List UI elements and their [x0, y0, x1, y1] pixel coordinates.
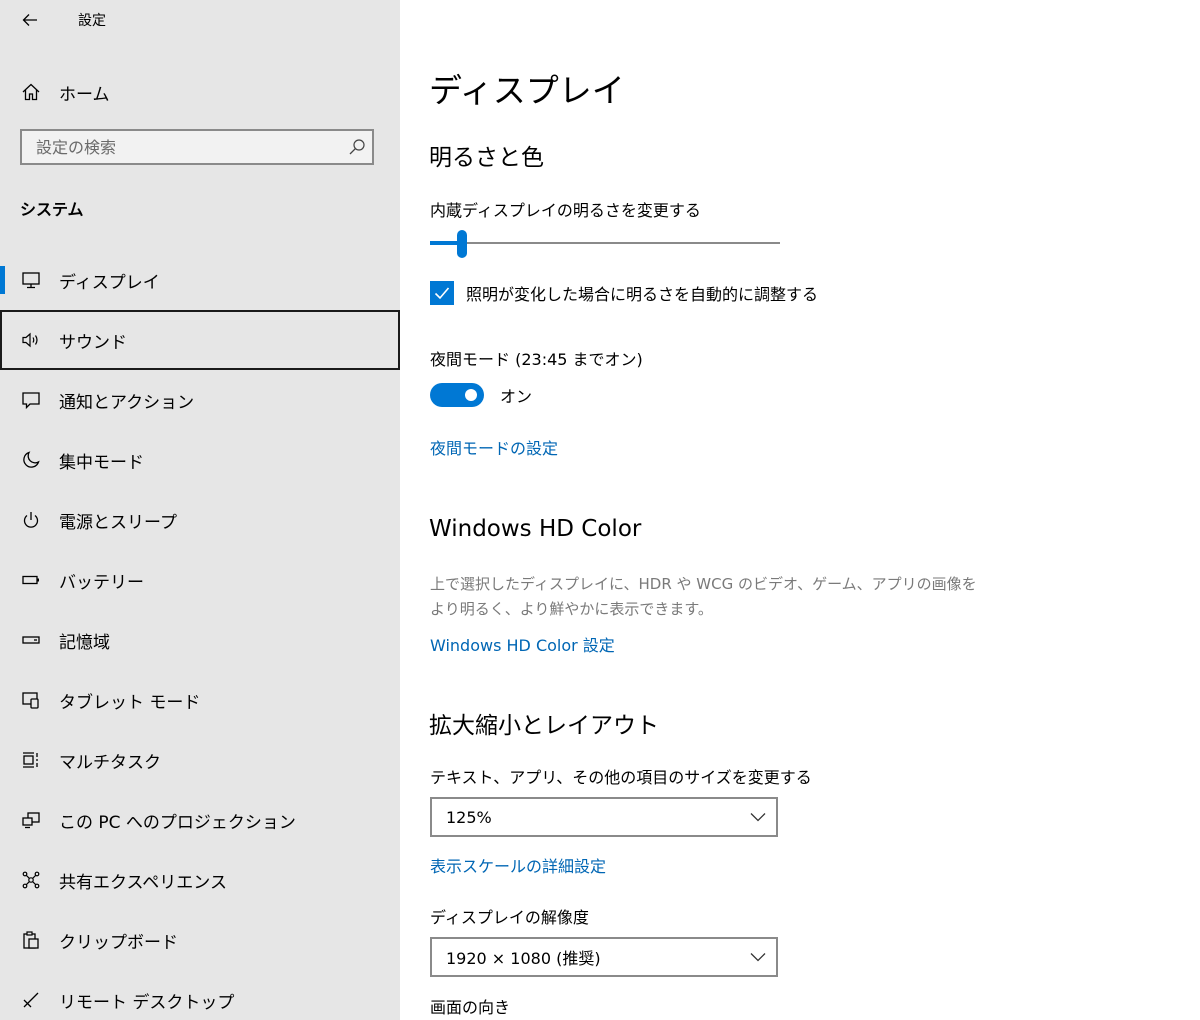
hd-color-description-line: より明るく、より鮮やかに表示できます。: [430, 600, 713, 618]
storage-icon: [19, 628, 43, 652]
scale-dropdown[interactable]: 125%: [430, 797, 778, 837]
shared-experience-icon: [19, 868, 43, 892]
multitask-icon: [19, 748, 43, 772]
sidebar-item-remote-desktop[interactable]: リモート デスクトップ: [0, 970, 400, 1020]
sidebar-item-label: クリップボード: [59, 932, 178, 953]
checkmark-icon: [434, 287, 450, 300]
chevron-down-icon: [740, 812, 776, 822]
sidebar-item-label: ディスプレイ: [59, 272, 160, 293]
clipboard-icon: [19, 928, 43, 952]
hd-color-description: 上で選択したディスプレイに、HDR や WCG のビデオ、ゲーム、アプリの画像を…: [430, 572, 1030, 622]
sidebar-item-label: 集中モード: [59, 452, 144, 473]
brightness-slider[interactable]: [430, 230, 780, 260]
app-title: 設定: [78, 13, 106, 29]
system-nav-list: ディスプレイ サウンド 通知とアクション 集中モード 電源とスリープ バッテリー…: [0, 250, 400, 1020]
resolution-label: ディスプレイの解像度: [430, 908, 589, 927]
auto-brightness-checkbox[interactable]: [430, 281, 454, 305]
settings-window: 設定 ホーム システム: [0, 0, 1200, 1020]
night-light-label: 夜間モード (23:45 までオン): [430, 350, 643, 369]
home-nav-item[interactable]: ホーム: [0, 70, 400, 114]
sidebar-item-shared-experiences[interactable]: 共有エクスペリエンス: [0, 850, 400, 910]
remote-desktop-icon: [19, 988, 43, 1012]
sidebar-item-display[interactable]: ディスプレイ: [0, 250, 400, 310]
hd-color-description-line: 上で選択したディスプレイに、HDR や WCG のビデオ、ゲーム、アプリの画像を: [430, 575, 977, 593]
sidebar-item-label: タブレット モード: [59, 692, 201, 713]
hd-color-settings-link[interactable]: Windows HD Color 設定: [430, 632, 615, 656]
sidebar-item-projection[interactable]: この PC へのプロジェクション: [0, 790, 400, 850]
sidebar-item-label: バッテリー: [59, 572, 144, 593]
sidebar-item-multitasking[interactable]: マルチタスク: [0, 730, 400, 790]
sidebar-item-clipboard[interactable]: クリップボード: [0, 910, 400, 970]
monitor-icon: [19, 268, 43, 292]
slider-thumb[interactable]: [457, 230, 467, 258]
back-arrow-icon: [22, 14, 37, 26]
auto-brightness-label: 照明が変化した場合に明るさを自動的に調整する: [466, 285, 819, 304]
main-content: ディスプレイ 明るさと色 内蔵ディスプレイの明るさを変更する 照明が変化した場合…: [400, 0, 1200, 1020]
night-light-toggle-row[interactable]: オン: [430, 383, 532, 407]
slider-track[interactable]: [430, 242, 780, 244]
sidebar: 設定 ホーム システム: [0, 0, 400, 1020]
sidebar-item-tablet-mode[interactable]: タブレット モード: [0, 670, 400, 730]
speaker-icon: [19, 328, 43, 352]
hd-color-heading: Windows HD Color: [429, 516, 642, 542]
night-light-settings-link[interactable]: 夜間モードの設定: [430, 435, 558, 459]
search-input[interactable]: [22, 136, 342, 158]
moon-icon: [19, 448, 43, 472]
sidebar-item-label: 共有エクスペリエンス: [59, 872, 227, 893]
sidebar-item-label: 電源とスリープ: [59, 512, 177, 533]
sidebar-item-battery[interactable]: バッテリー: [0, 550, 400, 610]
section-title: システム: [20, 200, 84, 219]
notification-icon: [19, 388, 43, 412]
auto-brightness-option[interactable]: 照明が変化した場合に明るさを自動的に調整する: [430, 281, 818, 305]
scale-dropdown-value: 125%: [446, 807, 492, 827]
sidebar-item-label: マルチタスク: [59, 752, 161, 773]
home-label: ホーム: [59, 84, 110, 105]
back-button[interactable]: [12, 4, 48, 36]
title-bar: 設定: [0, 0, 400, 40]
advanced-scaling-link[interactable]: 表示スケールの詳細設定: [430, 853, 606, 877]
sidebar-item-sound[interactable]: サウンド: [0, 310, 400, 370]
scale-layout-heading: 拡大縮小とレイアウト: [429, 713, 659, 739]
scale-label: テキスト、アプリ、その他の項目のサイズを変更する: [430, 768, 812, 787]
brightness-label: 内蔵ディスプレイの明るさを変更する: [430, 201, 701, 220]
resolution-dropdown[interactable]: 1920 × 1080 (推奨): [430, 937, 778, 977]
projection-icon: [19, 808, 43, 832]
home-icon: [19, 80, 43, 104]
search-box[interactable]: [20, 129, 374, 165]
toggle-knob: [465, 389, 477, 401]
sidebar-item-power-sleep[interactable]: 電源とスリープ: [0, 490, 400, 550]
sidebar-item-notifications[interactable]: 通知とアクション: [0, 370, 400, 430]
orientation-label: 画面の向き: [430, 998, 511, 1017]
sidebar-item-storage[interactable]: 記憶域: [0, 610, 400, 670]
sidebar-item-label: リモート デスクトップ: [59, 992, 235, 1013]
resolution-dropdown-value: 1920 × 1080 (推奨): [446, 949, 601, 968]
search-icon[interactable]: [342, 138, 372, 156]
sidebar-item-label: サウンド: [59, 332, 127, 353]
night-light-toggle[interactable]: [430, 383, 484, 407]
tablet-icon: [19, 688, 43, 712]
power-icon: [19, 508, 43, 532]
battery-icon: [19, 568, 43, 592]
sidebar-item-label: 通知とアクション: [59, 392, 195, 413]
chevron-down-icon: [740, 952, 776, 962]
sidebar-item-label: 記憶域: [59, 632, 110, 653]
page-title: ディスプレイ: [429, 71, 625, 110]
sidebar-item-label: この PC へのプロジェクション: [59, 812, 296, 833]
sidebar-item-focus-assist[interactable]: 集中モード: [0, 430, 400, 490]
brightness-color-heading: 明るさと色: [429, 145, 544, 171]
night-light-state: オン: [500, 387, 533, 406]
